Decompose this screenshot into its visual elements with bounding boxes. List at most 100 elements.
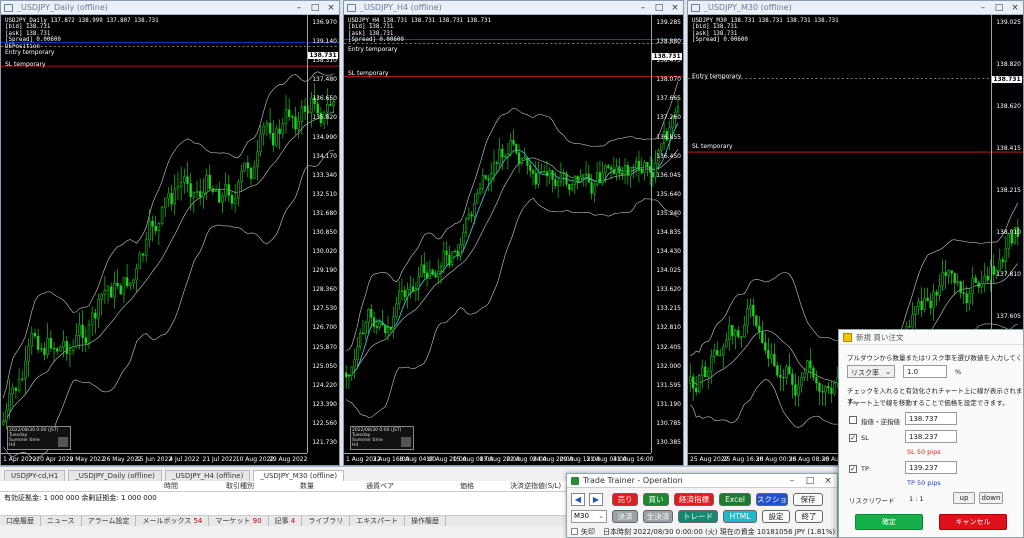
exit-button[interactable]: 終了 [795, 510, 823, 523]
cancel-button[interactable]: キャンセル [939, 514, 1007, 530]
col-type[interactable]: 取引種別 [226, 481, 254, 491]
screenshot-button[interactable]: スクショ [756, 493, 788, 506]
limit-checkbox[interactable] [849, 416, 857, 424]
maximize-button[interactable]: □ [307, 3, 323, 13]
candle [782, 369, 785, 392]
settle-all-button[interactable]: 全決済 [643, 510, 673, 523]
timeframe-select[interactable]: M30 ⌄ [571, 510, 607, 523]
candle [281, 117, 285, 139]
chart-titlebar[interactable]: _USDJPY_Daily (offline) – □ × [1, 1, 339, 15]
trainer-titlebar[interactable]: Trade Trainer - Operation – □ × [567, 474, 837, 488]
col-price[interactable]: 価格 [460, 481, 474, 491]
candle [749, 298, 752, 318]
new-order-dialog[interactable]: 新規 買い注文 プルダウンから数量またはリスク率を選び数値を入力してください。 … [838, 329, 1024, 538]
col-time[interactable]: 時間 [164, 481, 178, 491]
datetime-widget[interactable]: 2022/08/30 0:00 (JST) Tuesday Summer time H… [7, 426, 71, 450]
terminal-tab[interactable]: メールボックス 54 [136, 516, 210, 526]
candle [734, 328, 737, 350]
forward-arrow-button[interactable]: ▶ [589, 493, 603, 506]
limit-label: 指値・逆指値 [861, 418, 900, 426]
terminal-tab[interactable]: アラーム設定 [82, 516, 137, 526]
mode-select[interactable]: リスク率 ⌄ [847, 365, 895, 378]
buy-button[interactable]: 買い [643, 493, 669, 506]
price-plot[interactable] [1, 15, 339, 465]
candle [612, 156, 615, 175]
settings-button[interactable]: 設定 [762, 510, 790, 523]
chart-tab[interactable]: USDJPY-cd,H1 [4, 470, 66, 481]
chart-tab[interactable]: _USDJPY_Daily (offline) [68, 470, 162, 481]
candle [728, 316, 731, 351]
current-price-tag: 138.731 [652, 53, 682, 60]
candle [157, 222, 161, 246]
chart-area[interactable]: USDJPY_Daily 137.872 138.999 137.807 138… [1, 15, 339, 465]
candle [224, 172, 227, 202]
arrow-checkbox-label: 矢印 [581, 528, 595, 536]
terminal-tab[interactable]: 記事 4 [269, 516, 303, 526]
maximize-button[interactable]: □ [801, 476, 819, 486]
back-arrow-button[interactable]: ◀ [571, 493, 585, 506]
chart-area[interactable]: USDJPY_H4 138.731 138.731 138.731 138.73… [344, 15, 683, 465]
chart-window-h4[interactable]: _USDJPY_H4 (offline) – □ × USDJPY_H4 138… [343, 0, 684, 466]
close-button[interactable]: × [667, 3, 683, 13]
html-button[interactable]: HTML [723, 510, 757, 523]
confirm-button[interactable]: 確定 [855, 514, 923, 530]
price-tick-label: 138.880 [656, 38, 681, 46]
minimize-button[interactable]: – [635, 3, 651, 13]
close-button[interactable]: × [819, 476, 837, 486]
col-volume[interactable]: 数量 [300, 481, 314, 491]
terminal-tab[interactable]: マーケット 90 [209, 516, 269, 526]
sell-button[interactable]: 売り [612, 493, 638, 506]
price-tick-label: 124.220 [312, 381, 337, 389]
price-tick-label: 132.000 [656, 362, 681, 370]
terminal-tab[interactable]: ニュース [41, 516, 82, 526]
maximize-button[interactable]: □ [991, 3, 1007, 13]
sl-input[interactable]: 138.237 [905, 430, 957, 443]
candle [615, 158, 618, 181]
sl-checkbox[interactable]: ✓ [849, 434, 857, 442]
candle [476, 189, 479, 204]
candle [467, 207, 470, 222]
candle [214, 184, 218, 193]
minimize-button[interactable]: – [783, 476, 801, 486]
col-symbol[interactable]: 通貨ペア [366, 481, 394, 491]
up-button[interactable]: up [953, 492, 975, 504]
settle-button[interactable]: 決済 [612, 510, 638, 523]
limit-input[interactable]: 138.737 [905, 412, 957, 425]
maximize-button[interactable]: □ [651, 3, 667, 13]
terminal-tab[interactable]: 操作履歴 [405, 516, 447, 526]
arrow-checkbox[interactable] [571, 528, 578, 535]
chart-tab[interactable]: _USDJPY_H4 (offline) [164, 470, 251, 481]
trade-button[interactable]: トレード [678, 510, 718, 523]
close-button[interactable]: × [1007, 3, 1023, 13]
terminal-tab[interactable]: ライブラリ [302, 516, 351, 526]
tp-checkbox[interactable]: ✓ [849, 465, 857, 473]
candle [291, 114, 294, 129]
chart-titlebar[interactable]: _USDJPY_H4 (offline) – □ × [344, 1, 683, 15]
price-tick-label: 137.665 [656, 95, 681, 103]
price-plot[interactable] [344, 15, 683, 465]
minimize-button[interactable]: – [975, 3, 991, 13]
datetime-widget[interactable]: 2022/08/30 0:00 (JST) Tuesday Summer time H… [350, 426, 414, 450]
trade-trainer-window[interactable]: Trade Trainer - Operation – □ × ◀ ▶ 売り 買い … [566, 473, 838, 538]
chart-tab-active[interactable]: _USDJPY_M30 (offline) [253, 470, 345, 481]
candle [259, 125, 262, 157]
excel-button[interactable]: Excel [719, 493, 751, 506]
candle [364, 320, 367, 341]
col-sl[interactable]: 決済逆指値(S/L) [510, 481, 561, 491]
candle [956, 273, 959, 287]
risk-input[interactable]: 1.0 [903, 365, 947, 378]
candle [167, 187, 170, 207]
minimize-button[interactable]: – [291, 3, 307, 13]
terminal-tab[interactable]: エキスパート [350, 516, 406, 526]
indicators-button[interactable]: 経済指標 [674, 493, 714, 506]
chart-titlebar[interactable]: _USDJPY_M30 (offline) – □ × [688, 1, 1023, 15]
terminal-tab[interactable]: 口座履歴 [0, 516, 41, 526]
save-button[interactable]: 保存 [793, 493, 823, 506]
chart-window-daily[interactable]: _USDJPY_Daily (offline) – □ × USDJPY_Dai… [0, 0, 340, 466]
tp-input[interactable]: 139.237 [905, 461, 957, 474]
price-tick-label: 138.215 [996, 187, 1021, 194]
down-button[interactable]: down [979, 492, 1003, 504]
time-tick-label: 15 Jun 2022 [136, 456, 173, 463]
order-titlebar[interactable]: 新規 買い注文 [839, 330, 1023, 345]
close-button[interactable]: × [323, 3, 339, 13]
